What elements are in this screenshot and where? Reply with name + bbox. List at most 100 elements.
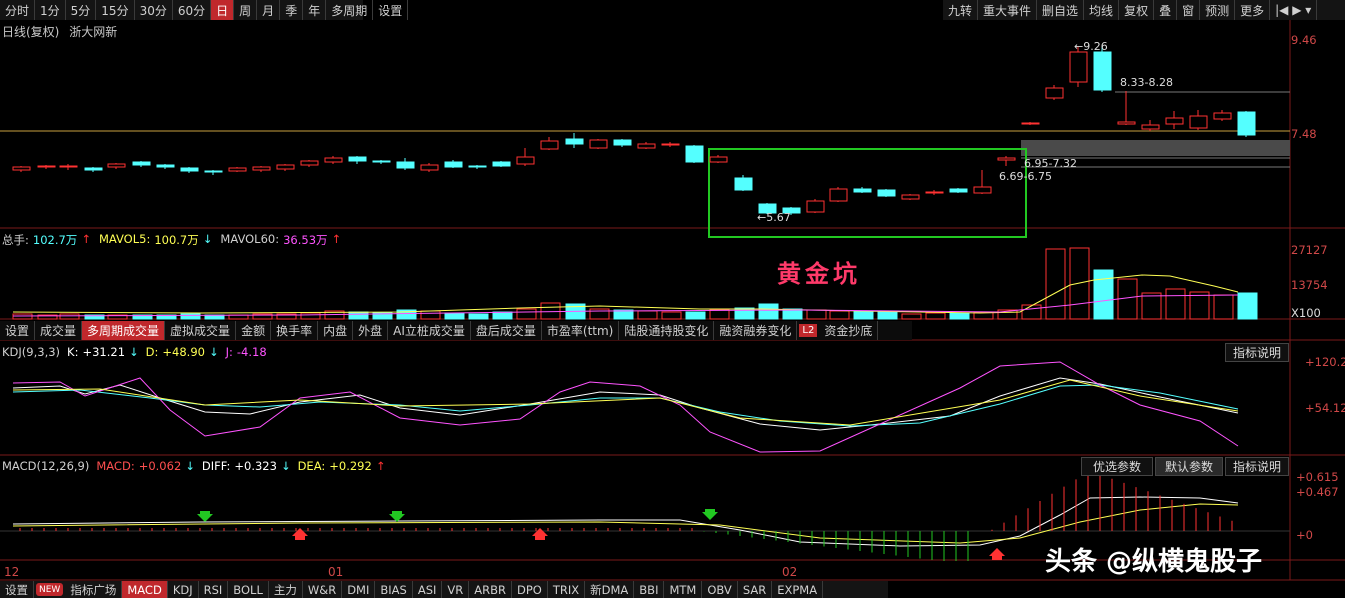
candlestick: [59, 165, 78, 168]
candlestick: [685, 145, 704, 163]
indicator-tab-9[interactable]: BIAS: [375, 581, 413, 598]
indicator-tab-0[interactable]: 设置: [0, 581, 34, 598]
date-label-dec: 12: [4, 565, 20, 579]
candlestick: [324, 157, 343, 163]
candlestick: [12, 166, 31, 171]
macd-explain-button[interactable]: 指标说明: [1225, 457, 1289, 476]
candlestick: [734, 177, 753, 191]
volume-bar: [949, 312, 970, 320]
candlestick: [468, 165, 487, 168]
candlestick: [806, 200, 825, 213]
volume-tab-4[interactable]: 金额: [236, 321, 272, 340]
indicator-tab-17[interactable]: MTM: [664, 581, 703, 598]
volume-bar: [1045, 248, 1066, 320]
indicator-tab-3[interactable]: KDJ: [168, 581, 199, 598]
kdj-explain-button[interactable]: 指标说明: [1225, 343, 1289, 362]
sell-arrow-icon: [389, 511, 405, 522]
candlestick: [444, 161, 463, 168]
dea-value: +0.292: [329, 459, 372, 473]
volume-tab-12[interactable]: 融资融券变化: [714, 321, 798, 340]
volume-tab-2[interactable]: 多周期成交量: [82, 321, 166, 340]
main-chart[interactable]: [0, 0, 1345, 598]
volume-bar: [1093, 269, 1114, 320]
candlestick: [877, 189, 896, 197]
candlestick: [1165, 117, 1184, 125]
indicator-tab-7[interactable]: W&R: [303, 581, 343, 598]
date-label-feb: 02: [782, 565, 798, 579]
annotation-high: ←9.26: [1074, 40, 1108, 53]
candlestick: [1117, 121, 1136, 125]
volume-tab-9[interactable]: 盘后成交量: [471, 321, 542, 340]
indicator-toolbar: 设置 NEW 指标广场 MACD KDJ RSI BOLL 主力 W&R DMI BIAS ASI VR…: [0, 581, 888, 598]
sell-arrow-icon: [197, 511, 213, 522]
indicator-tab-20[interactable]: EXPMA: [772, 581, 824, 598]
candlestick: [204, 170, 223, 173]
price-axis-low: 7.48: [1291, 127, 1317, 141]
candlestick: [180, 167, 199, 172]
indicator-tab-1[interactable]: 指标广场: [65, 581, 123, 598]
candlestick: [1069, 51, 1088, 83]
volume-bar: [685, 311, 706, 320]
default-params-button[interactable]: 默认参数: [1155, 457, 1223, 476]
volume-bar: [468, 313, 489, 320]
indicator-tab-8[interactable]: DMI: [342, 581, 376, 598]
volume-bar: [300, 312, 321, 320]
volume-bar: [925, 312, 946, 320]
candlestick: [997, 157, 1016, 161]
volume-tab-3[interactable]: 虚拟成交量: [165, 321, 237, 340]
indicator-tab-12[interactable]: ARBR: [469, 581, 512, 598]
volume-bar: [59, 313, 80, 320]
candlestick: [420, 164, 439, 171]
price-axis-high: 9.46: [1291, 33, 1317, 47]
volume-bar: [806, 309, 827, 320]
macd-axis-high: +0.615: [1296, 470, 1339, 484]
volume-tab-10[interactable]: 市盈率(ttm): [542, 321, 620, 340]
indicator-tab-14[interactable]: TRIX: [548, 581, 586, 598]
kdj-axis-high: +120.2: [1305, 355, 1345, 369]
volume-tab-8[interactable]: AI立桩成交量: [388, 321, 471, 340]
candlestick: [252, 166, 271, 171]
volume-tab-0[interactable]: 设置: [0, 321, 36, 340]
volume-bar: [1213, 294, 1234, 320]
volume-tab-11[interactable]: 陆股通持股变化: [619, 321, 715, 340]
indicator-tab-4[interactable]: RSI: [199, 581, 229, 598]
macd-dea-line: [12, 503, 1239, 544]
buy-arrow-icon: [989, 548, 1005, 560]
volume-bar: [734, 307, 755, 320]
volume-bar: [444, 312, 465, 320]
indicator-tab-2[interactable]: MACD: [122, 581, 168, 598]
volume-bar: [853, 310, 874, 320]
new-badge: NEW: [36, 583, 64, 596]
indicator-tab-11[interactable]: VR: [442, 581, 470, 598]
volume-bar: [348, 311, 369, 320]
candlestick: [1021, 122, 1040, 125]
candlestick: [276, 164, 295, 170]
volume-bar: [1141, 292, 1162, 320]
indicator-tab-15[interactable]: 新DMA: [585, 581, 635, 598]
candlestick: [1141, 124, 1160, 130]
volume-tab-6[interactable]: 内盘: [318, 321, 354, 340]
volume-bar: [12, 313, 33, 320]
candlestick: [1237, 111, 1256, 136]
mavol60-value: 36.53万: [283, 233, 328, 247]
indicator-tab-6[interactable]: 主力: [269, 581, 303, 598]
volume-tab-5[interactable]: 换手率: [271, 321, 319, 340]
candlestick: [829, 188, 848, 202]
kdj-legend: KDJ(9,3,3) K: +31.21 ↓ D: +48.90 ↓ J: -4.1…: [2, 345, 267, 359]
volume-tab-1[interactable]: 成交量: [35, 321, 83, 340]
indicator-tab-16[interactable]: BBI: [634, 581, 665, 598]
annotation-range3: 6.69-6.75: [999, 170, 1052, 183]
candlestick: [396, 161, 415, 169]
buy-arrow-icon: [532, 528, 548, 540]
indicator-tab-18[interactable]: OBV: [702, 581, 738, 598]
indicator-tab-5[interactable]: BOLL: [228, 581, 269, 598]
kdj-d-line: [12, 384, 1239, 427]
volume-tab-13[interactable]: 资金抄底: [819, 321, 879, 340]
annotation-range2: 6.95-7.32: [1024, 157, 1077, 170]
indicator-tab-13[interactable]: DPO: [512, 581, 548, 598]
volume-tab-7[interactable]: 外盘: [353, 321, 389, 340]
indicator-tab-19[interactable]: SAR: [738, 581, 773, 598]
indicator-tab-10[interactable]: ASI: [413, 581, 443, 598]
optimal-params-button[interactable]: 优选参数: [1081, 457, 1153, 476]
candlestick: [589, 139, 608, 149]
